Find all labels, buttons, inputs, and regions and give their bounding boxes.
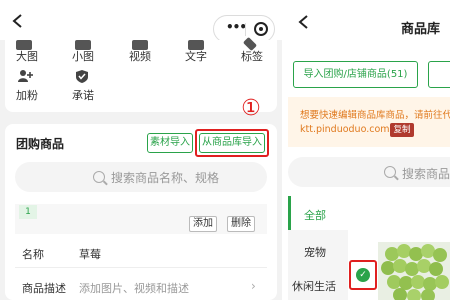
category-pets[interactable]: 宠物 [288, 230, 348, 266]
left-phone-screen: ••• 大图 小图 视频 文字 标签 加粉 承诺 团购商品 素材导入 从商品库导… [0, 0, 282, 300]
search-placeholder: 搜索商品名称、规格 [111, 171, 220, 185]
capsule-divider [245, 23, 246, 36]
top-bar: ••• [0, 0, 282, 43]
search-icon [93, 171, 105, 183]
format-add-follower[interactable]: 加粉 [16, 87, 38, 103]
format-text[interactable]: 文字 [185, 48, 207, 64]
category-label: 全部 [304, 209, 326, 222]
highlight-box-select: ✓ [349, 260, 377, 290]
mini-program-capsule: ••• [213, 15, 275, 43]
close-target-icon[interactable] [254, 22, 268, 36]
promise-shield-icon [76, 70, 88, 83]
search-icon [384, 166, 396, 178]
description-field[interactable]: 添加图片、视频和描述 [79, 280, 189, 296]
material-import-button[interactable]: 素材导入 [147, 133, 193, 153]
group-products-title: 团购商品 [16, 137, 65, 151]
search-placeholder: 搜索商品名 [402, 167, 450, 181]
format-video[interactable]: 视频 [129, 48, 151, 64]
item-index-badge: 1 [19, 205, 37, 219]
copy-button[interactable]: 复制 [390, 123, 414, 137]
notice-url: ktt.pinduoduo.com [300, 124, 390, 135]
back-arrow-icon[interactable] [10, 13, 26, 29]
product-search-input[interactable]: 搜索商品名称、规格 [15, 162, 267, 192]
add-follower-icon [18, 70, 33, 82]
delete-item-button[interactable]: 删除 [227, 216, 255, 232]
active-indicator [288, 196, 291, 230]
format-small-image[interactable]: 小图 [72, 48, 94, 64]
notice-text: 想要快速编辑商品库商品，请前往代 [300, 110, 450, 121]
product-thumbnail-grapes[interactable] [378, 242, 450, 300]
highlight-box-import [195, 129, 269, 157]
library-search-input[interactable]: 搜索商品名 [288, 157, 450, 187]
format-tag[interactable]: 标签 [241, 48, 263, 64]
product-item-header: 1 添加 删除 [15, 204, 267, 234]
back-arrow-icon[interactable] [296, 14, 312, 30]
description-label: 商品描述 [22, 282, 66, 295]
format-promise[interactable]: 承诺 [72, 87, 94, 103]
import-group-shop-products-button[interactable]: 导入团购/店铺商品(51) [293, 61, 418, 88]
category-label: 宠物 [304, 246, 326, 259]
category-all[interactable]: 全部 [288, 196, 348, 230]
secondary-action-button[interactable] [428, 61, 450, 88]
edit-notice-banner: 想要快速编辑商品库商品，请前往代 ktt.pinduoduo.com 复制 [288, 97, 450, 147]
page-title: 商品库 [401, 22, 441, 37]
category-label: 休闲生活 [292, 280, 336, 293]
row-divider [15, 267, 267, 268]
chevron-right-icon: › [251, 279, 256, 293]
category-sidebar: 全部 宠物 休闲生活 [288, 196, 348, 300]
group-products-card: 团购商品 素材导入 从商品库导入 搜索商品名称、规格 1 添加 删除 名称 草莓… [5, 124, 277, 300]
format-large-image[interactable]: 大图 [16, 48, 38, 64]
name-label: 名称 [22, 248, 44, 261]
category-leisure[interactable]: 休闲生活 [288, 266, 348, 300]
right-phone-screen: 商品库 导入团购/店铺商品(51) 想要快速编辑商品库商品，请前往代 ktt.p… [288, 0, 450, 300]
add-item-button[interactable]: 添加 [189, 216, 217, 232]
name-field[interactable]: 草莓 [79, 246, 101, 262]
step-one-callout: ① [241, 96, 261, 121]
selected-check-icon[interactable]: ✓ [356, 268, 370, 282]
more-icon[interactable]: ••• [226, 20, 247, 34]
